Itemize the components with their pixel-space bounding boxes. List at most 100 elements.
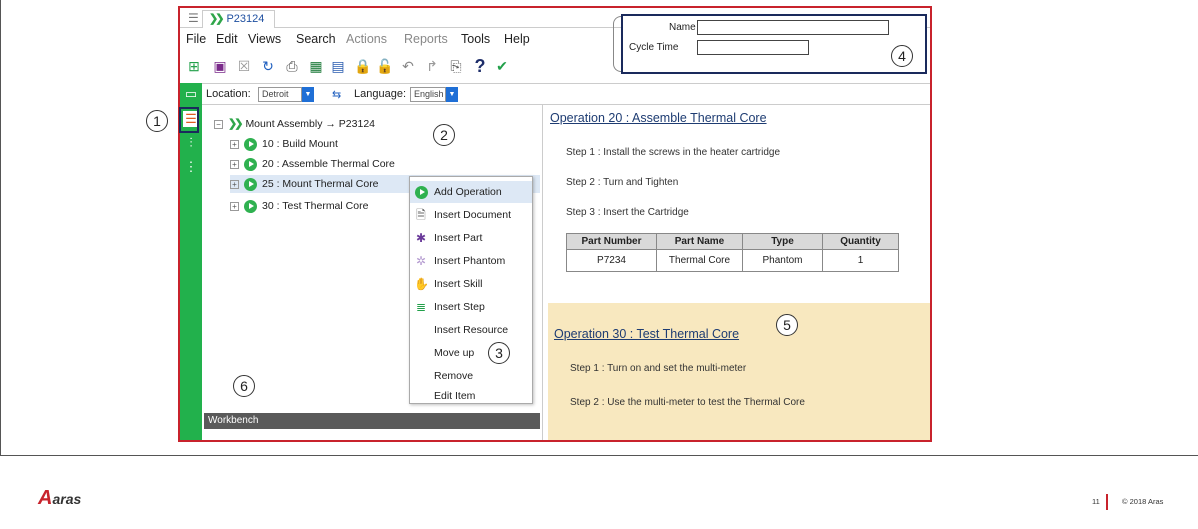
left-toolbar: ▭ ☰ ⫶ ⋮ [180, 83, 202, 440]
hamburger-icon[interactable]: ☰ [188, 11, 199, 25]
toolbar: ⊞ ▣ ☒ ↻ ⎙ ▦ ▤ 🔒 🔓 ↶ ↱ ⎘ ? ✔ [180, 52, 620, 80]
cycle-time-field[interactable] [697, 40, 809, 55]
tree-item-label: 30 : Test Thermal Core [262, 200, 369, 212]
copy-icon[interactable]: ⎘ [448, 58, 464, 74]
menu-item-remove[interactable]: Remove [410, 365, 532, 387]
op30-step-1: Step 1 : Turn on and set the multi-meter [570, 363, 747, 374]
dropdown-arrow-icon[interactable]: ▼ [446, 87, 458, 102]
menu-search[interactable]: Search [296, 32, 336, 46]
menu-item-insert-step[interactable]: ≣ Insert Step [410, 296, 532, 318]
menu-actions[interactable]: Actions [346, 32, 387, 46]
chevron-icon: ❯❯ [228, 118, 244, 130]
copyright: © 2018 Aras [1122, 497, 1164, 506]
tree-view-icon[interactable]: ⋮ [183, 159, 199, 175]
callout-2: 2 [433, 124, 455, 146]
menu-item-insert-phantom[interactable]: ✲ Insert Phantom [410, 250, 532, 272]
slide-frame-bottom [0, 455, 1198, 456]
menu-reports[interactable]: Reports [404, 32, 448, 46]
discard-icon[interactable]: ☒ [236, 58, 252, 74]
unlock-icon[interactable]: 🔓 [376, 58, 393, 74]
form-view-icon[interactable]: ▭ [183, 86, 199, 102]
menu-item-edit-item[interactable]: Edit Item [410, 388, 532, 404]
location-label: Location: [206, 88, 251, 100]
cycle-time-label: Cycle Time [629, 42, 679, 53]
panel-splitter[interactable] [542, 105, 543, 440]
menu-help[interactable]: Help [504, 32, 530, 46]
location-select[interactable]: Detroit ▼ [258, 87, 314, 102]
tab-label: P23124 [226, 13, 265, 25]
menu-file[interactable]: File [186, 32, 206, 46]
parts-table: Part Number Part Name Type Quantity P723… [566, 233, 899, 272]
tree-item-label: 25 : Mount Thermal Core [262, 178, 379, 190]
language-value: English [414, 89, 444, 99]
aras-logo: Aaras [38, 487, 81, 510]
tab-p23124[interactable]: ❯❯ P23124 [202, 10, 276, 28]
menu-edit[interactable]: Edit [216, 32, 238, 46]
location-bar: Location: Detroit ▼ ⇆ Language: English … [180, 83, 930, 105]
play-icon [414, 185, 428, 200]
menu-item-add-operation[interactable]: Add Operation [410, 181, 532, 203]
excel-icon[interactable]: ▦ [308, 58, 324, 74]
page-number: 11 [1092, 497, 1100, 506]
tree-item-20[interactable]: +20 : Assemble Thermal Core [230, 155, 395, 173]
location-value: Detroit [262, 89, 289, 99]
promote-icon[interactable]: ↱ [424, 58, 440, 74]
tree-item-label: 10 : Build Mount [262, 138, 338, 150]
slide-frame-left [0, 0, 1, 455]
callout-1-highlight-box [179, 107, 199, 133]
name-field[interactable] [697, 20, 889, 35]
op20-step-2: Step 2 : Turn and Tighten [566, 177, 679, 188]
col-type: Type [742, 233, 823, 250]
expand-icon[interactable]: + [230, 139, 239, 149]
logo-text: aras [52, 491, 82, 507]
collapse-icon[interactable]: − [214, 119, 223, 129]
expand-icon[interactable]: + [230, 201, 239, 211]
col-part-name: Part Name [656, 233, 743, 250]
step-icon: ≣ [415, 300, 427, 314]
operation-icon [244, 157, 257, 171]
save-icon[interactable]: ▣ [212, 58, 228, 74]
print-icon[interactable]: ⎙ [284, 58, 300, 74]
flow-view-icon[interactable]: ⫶ [183, 135, 199, 151]
chevron-icon: ❯❯ [209, 13, 225, 25]
workbench-header[interactable]: Workbench [204, 413, 540, 429]
refresh-icon[interactable]: ↻ [260, 58, 276, 74]
menu-item-insert-part[interactable]: ✱ Insert Part [410, 227, 532, 249]
tree-root[interactable]: − ❯❯ Mount Assembly → P23124 [214, 115, 375, 133]
done-icon[interactable]: ✔ [494, 58, 510, 74]
tree-item-10[interactable]: +10 : Build Mount [230, 135, 338, 153]
menu-item-move-up[interactable]: Move up [410, 342, 532, 364]
expand-icon[interactable]: + [230, 179, 239, 189]
logo-mark-icon: A [38, 487, 53, 509]
menu-item-insert-document[interactable]: 🗎 Insert Document [410, 204, 532, 226]
workbench-toolbar [204, 429, 540, 440]
expand-icon[interactable]: + [230, 159, 239, 169]
table-row: P7234 Thermal Core Phantom 1 [566, 249, 899, 272]
operation-icon [244, 177, 257, 191]
cell-type: Phantom [742, 249, 823, 272]
footer-separator [1106, 494, 1108, 510]
menu-views[interactable]: Views [248, 32, 281, 46]
operation-icon [244, 137, 257, 151]
dropdown-arrow-icon[interactable]: ▼ [302, 87, 314, 102]
language-label: Language: [354, 88, 406, 100]
lock-icon[interactable]: 🔒 [354, 58, 371, 74]
menu-tools[interactable]: Tools [461, 32, 490, 46]
phantom-gear-icon: ✲ [415, 254, 427, 268]
callout-6: 6 [233, 375, 255, 397]
document-icon: 🗎 [416, 208, 426, 222]
cell-part-name: Thermal Core [656, 249, 743, 272]
language-select[interactable]: English ▼ [410, 87, 458, 102]
tree-item-30[interactable]: +30 : Test Thermal Core [230, 197, 368, 215]
help-icon[interactable]: ? [472, 57, 488, 75]
undo-icon[interactable]: ↶ [400, 58, 416, 74]
skill-icon: ✋ [414, 277, 429, 291]
menu-item-insert-resource[interactable]: Insert Resource [410, 319, 532, 341]
word-icon[interactable]: ▤ [330, 58, 346, 74]
properties-panel: Name Cycle Time [621, 14, 927, 74]
menu-item-insert-skill[interactable]: ✋ Insert Skill [410, 273, 532, 295]
operation-20-title: Operation 20 : Assemble Thermal Core [550, 111, 767, 125]
tree-root-label: Mount Assembly → P23124 [245, 118, 376, 130]
new-icon[interactable]: ⊞ [186, 58, 202, 74]
operation-30-title: Operation 30 : Test Thermal Core [554, 327, 740, 341]
